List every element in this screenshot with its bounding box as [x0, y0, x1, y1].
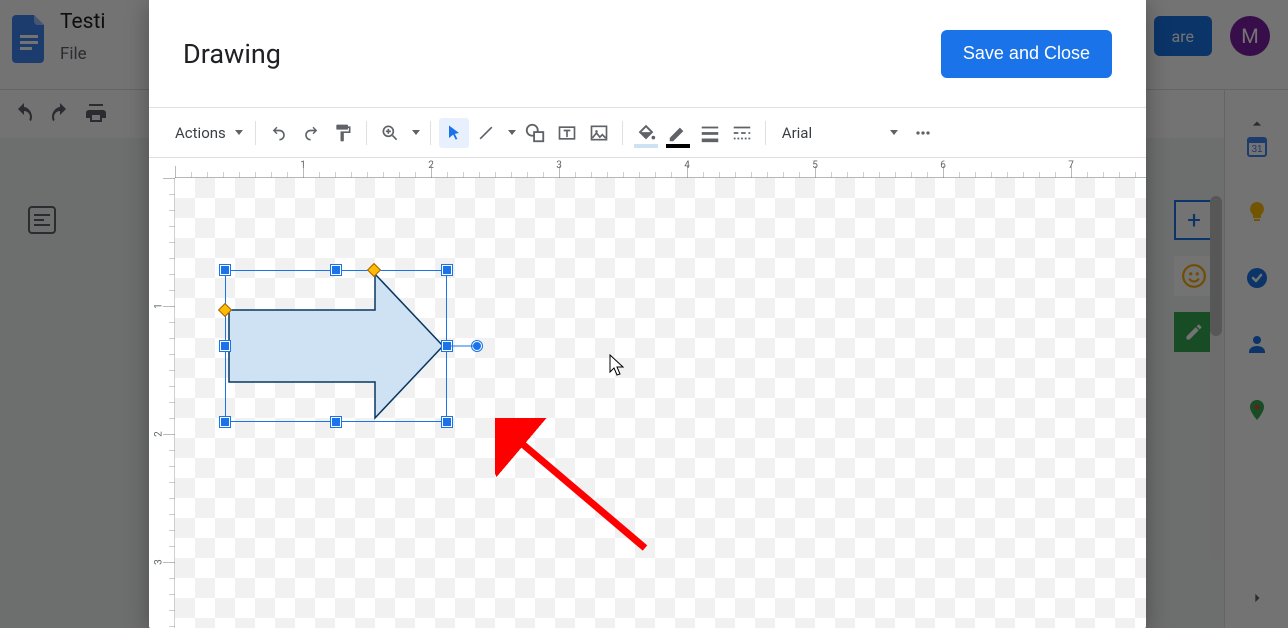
chevron-down-icon — [235, 130, 243, 135]
resize-handle-nw[interactable] — [220, 265, 230, 275]
actions-menu[interactable]: Actions — [165, 118, 247, 148]
dialog-title: Drawing — [183, 38, 281, 70]
dialog-header: Drawing Save and Close — [149, 0, 1146, 108]
resize-handle-s[interactable] — [331, 417, 341, 427]
drawing-canvas-area: 1 2 3 4 5 6 7 1 2 3 — [149, 158, 1146, 628]
border-color-button[interactable] — [663, 118, 693, 148]
chevron-down-icon — [412, 130, 420, 135]
chevron-down-icon — [890, 130, 898, 135]
image-tool[interactable] — [584, 118, 614, 148]
redo-button[interactable] — [296, 118, 326, 148]
save-and-close-button[interactable]: Save and Close — [941, 30, 1112, 78]
more-options-button[interactable] — [908, 118, 938, 148]
font-family-select[interactable]: Arial — [774, 124, 906, 142]
zoom-button[interactable] — [375, 118, 405, 148]
toolbar-separator — [255, 121, 256, 145]
border-dash-button[interactable] — [727, 118, 757, 148]
resize-handle-se[interactable] — [442, 417, 452, 427]
select-tool[interactable] — [439, 118, 469, 148]
paint-format-button[interactable] — [328, 118, 358, 148]
arrow-shape[interactable] — [225, 270, 447, 422]
toolbar-separator — [430, 121, 431, 145]
horizontal-ruler: 1 2 3 4 5 6 7 — [175, 158, 1146, 178]
fill-color-button[interactable] — [631, 118, 661, 148]
annotation-arrow-icon — [495, 418, 655, 558]
vertical-ruler: 1 2 3 — [149, 178, 175, 628]
toolbar-separator — [765, 121, 766, 145]
text-box-tool[interactable] — [552, 118, 582, 148]
resize-handle-ne[interactable] — [442, 265, 452, 275]
drawing-dialog: Drawing Save and Close Actions Arial — [149, 0, 1146, 628]
drawing-canvas[interactable] — [175, 178, 1146, 628]
resize-handle-w[interactable] — [220, 341, 230, 351]
undo-button[interactable] — [264, 118, 294, 148]
rotation-handle-line — [447, 346, 477, 347]
mouse-cursor-icon — [609, 354, 627, 378]
toolbar-separator — [622, 121, 623, 145]
shape-tool[interactable] — [520, 118, 550, 148]
chevron-down-icon — [508, 130, 516, 135]
toolbar-separator — [366, 121, 367, 145]
drawing-toolbar: Actions Arial — [149, 108, 1146, 158]
resize-handle-n[interactable] — [331, 265, 341, 275]
zoom-dropdown[interactable] — [407, 118, 422, 148]
border-weight-button[interactable] — [695, 118, 725, 148]
resize-handle-sw[interactable] — [220, 417, 230, 427]
line-tool-dropdown[interactable] — [503, 118, 518, 148]
line-tool[interactable] — [471, 118, 501, 148]
